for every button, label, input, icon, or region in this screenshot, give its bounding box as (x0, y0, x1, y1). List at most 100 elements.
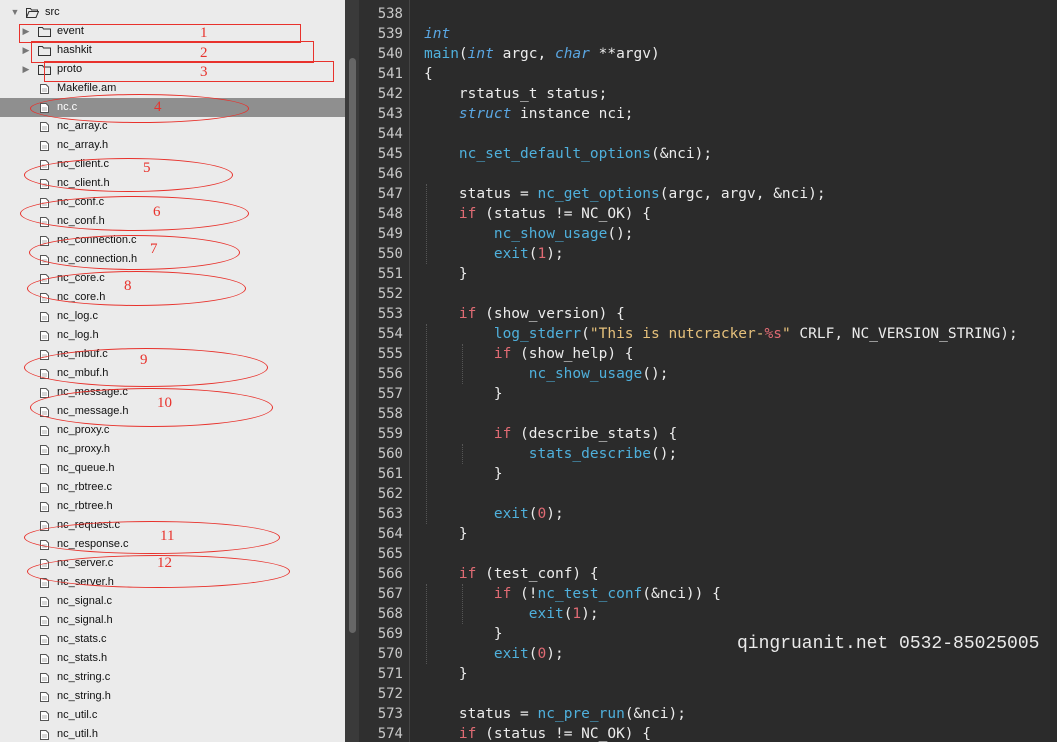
code-token: (show_version) { (476, 306, 625, 322)
file-item[interactable]: nc_stats.c (0, 630, 345, 649)
code-token: if (493, 426, 512, 442)
annotation-marker (30, 94, 249, 123)
annotation-number: 6 (153, 204, 161, 220)
file-icon (40, 426, 49, 436)
code-line[interactable]: rstatus_t status; (424, 84, 607, 104)
collapse-arrow-icon[interactable]: ▶ (21, 41, 31, 60)
tree-item-label: nc_util.c (57, 709, 98, 721)
file-item[interactable]: nc_util.c (0, 706, 345, 725)
code-line[interactable]: } (424, 624, 503, 644)
code-line[interactable]: } (424, 264, 468, 284)
line-number: 563 (377, 506, 403, 522)
code-line[interactable]: exit(0); (424, 644, 564, 664)
code-line[interactable]: log_stderr("This is nutcracker-%s" CRLF,… (424, 324, 1018, 344)
code-line[interactable]: if (status != NC_OK) { (424, 724, 651, 742)
file-item[interactable]: nc_stats.h (0, 649, 345, 668)
file-item[interactable]: nc_string.c (0, 668, 345, 687)
file-icon (40, 122, 49, 132)
code-line[interactable]: nc_set_default_options(&nci); (424, 144, 712, 164)
code-line[interactable]: int (424, 24, 450, 44)
expand-arrow-icon[interactable]: ▼ (10, 3, 20, 22)
line-number: 541 (377, 66, 403, 82)
file-item[interactable]: nc_signal.c (0, 592, 345, 611)
code-line[interactable]: } (424, 384, 503, 404)
tree-item-label: src (45, 6, 60, 18)
file-icon (40, 312, 49, 322)
line-number: 554 (377, 326, 403, 342)
file-item[interactable]: nc_signal.h (0, 611, 345, 630)
annotation-number: 11 (160, 528, 175, 544)
file-item[interactable]: nc_proxy.h (0, 440, 345, 459)
code-token: (status != NC_OK) { (476, 206, 651, 222)
code-line[interactable]: if (describe_stats) { (424, 424, 677, 444)
code-line[interactable]: if (show_help) { (424, 344, 634, 364)
code-line[interactable]: main(int argc, char **argv) (424, 44, 660, 64)
file-item[interactable]: nc_log.h (0, 326, 345, 345)
code-line[interactable]: { (424, 64, 433, 84)
code-line[interactable]: status = nc_pre_run(&nci); (424, 704, 686, 724)
code-token: } (424, 266, 468, 282)
code-line[interactable]: nc_show_usage(); (424, 224, 634, 244)
file-item[interactable]: nc_log.c (0, 307, 345, 326)
code-line[interactable]: if (show_version) { (424, 304, 625, 324)
line-number: 568 (377, 606, 403, 622)
code-line[interactable]: struct instance nci; (424, 104, 634, 124)
file-icon (40, 84, 49, 94)
annotation-marker (30, 388, 273, 427)
code-token: (&nci)) { (642, 586, 721, 602)
code-token: status = (424, 186, 538, 202)
sidebar-scrollbar-thumb[interactable] (349, 58, 356, 633)
line-number: 561 (377, 466, 403, 482)
file-icon (40, 597, 49, 607)
tree-item-label: nc_log.h (57, 329, 99, 341)
line-number: 573 (377, 706, 403, 722)
code-editor[interactable]: 538 539 540 541 542 543 544 545 546 547 548 549 550 5… (359, 0, 1057, 742)
code-token: nc_pre_run (537, 706, 625, 722)
code-token: (); (642, 366, 669, 382)
code-line[interactable]: exit(0); (424, 504, 564, 524)
line-number: 570 (377, 646, 403, 662)
file-item[interactable]: nc_array.h (0, 136, 345, 155)
file-icon (40, 635, 49, 645)
indent-guide (426, 184, 427, 264)
line-number: 542 (377, 86, 403, 102)
file-item[interactable]: nc_queue.h (0, 459, 345, 478)
collapse-arrow-icon[interactable]: ▶ (21, 60, 31, 79)
line-number: 555 (377, 346, 403, 362)
code-line[interactable]: exit(1); (424, 244, 564, 264)
code-token: ); (546, 646, 564, 662)
tree-item-label: nc_stats.c (57, 633, 107, 645)
code-line[interactable]: if (status != NC_OK) { (424, 204, 651, 224)
code-token: } (424, 666, 468, 682)
code-line[interactable]: exit(1); (424, 604, 599, 624)
line-number: 571 (377, 666, 403, 682)
tree-item-label: nc_proxy.h (57, 443, 110, 455)
file-item[interactable]: nc_string.h (0, 687, 345, 706)
code-token: CRLF, NC_VERSION_STRING); (790, 326, 1018, 342)
code-line[interactable]: } (424, 664, 468, 684)
code-line[interactable]: } (424, 464, 503, 484)
gutter-divider (409, 0, 410, 742)
code-token: (show_help) { (511, 346, 634, 362)
file-item[interactable]: nc_rbtree.c (0, 478, 345, 497)
code-line[interactable]: nc_show_usage(); (424, 364, 669, 384)
code-line[interactable]: if (test_conf) { (424, 564, 599, 584)
line-number: 547 (377, 186, 403, 202)
code-line[interactable]: } (424, 524, 468, 544)
folder-item-src[interactable]: ▼ src (0, 3, 345, 22)
line-number: 565 (377, 546, 403, 562)
code-token: status = (424, 706, 538, 722)
code-token: (&nci); (624, 706, 686, 722)
code-line[interactable]: if (!nc_test_conf(&nci)) { (424, 584, 721, 604)
line-number: 557 (377, 386, 403, 402)
file-item[interactable]: nc_rbtree.h (0, 497, 345, 516)
file-item[interactable]: nc_util.h (0, 725, 345, 742)
code-token: char (554, 46, 590, 62)
annotation-marker (24, 158, 233, 192)
code-line[interactable]: status = nc_get_options(argc, argv, &nci… (424, 184, 826, 204)
